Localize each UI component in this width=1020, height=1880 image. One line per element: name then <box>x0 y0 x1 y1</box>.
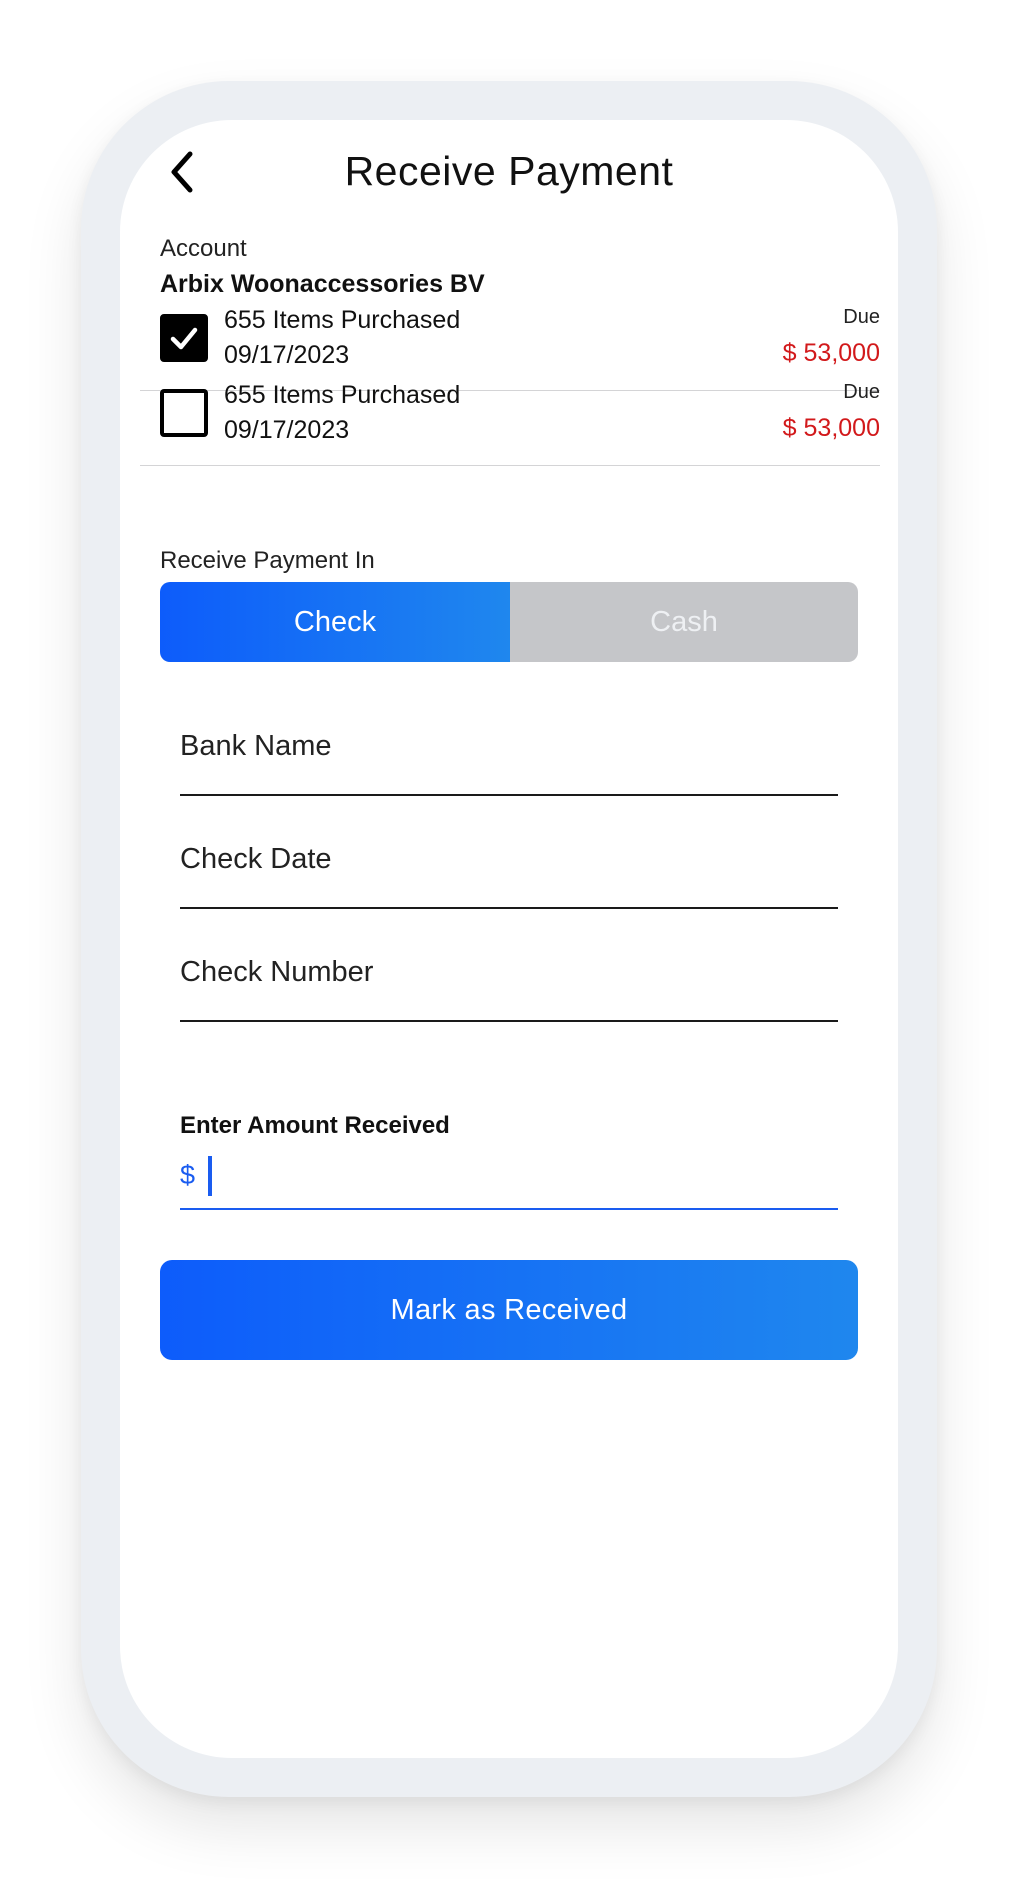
invoice-title: 655 Items Purchased <box>224 381 461 409</box>
invoice-row[interactable]: 655 Items Purchased 09/17/2023 Due $ 53,… <box>140 375 880 466</box>
payment-method-toggle: Check Cash <box>160 582 858 662</box>
invoice-date: 09/17/2023 <box>224 341 350 369</box>
check-option[interactable]: Check <box>160 582 510 662</box>
due-label: Due <box>843 381 880 403</box>
checkmark-icon <box>170 327 198 350</box>
invoice-checkbox-unchecked[interactable] <box>160 389 208 437</box>
invoice-date: 09/17/2023 <box>224 416 350 444</box>
payment-method-label: Receive Payment In <box>160 547 375 574</box>
bank-name-label: Bank Name <box>180 730 332 762</box>
account-label: Account <box>160 235 247 262</box>
bank-name-field[interactable]: Bank Name <box>180 698 838 796</box>
check-date-label: Check Date <box>180 843 332 875</box>
check-number-label: Check Number <box>180 956 374 988</box>
app-screen: Receive Payment Account Arbix Woonaccess… <box>120 120 898 1758</box>
invoice-checkbox-checked[interactable] <box>160 314 208 362</box>
due-amount: $ 53,000 <box>782 414 880 442</box>
text-cursor <box>208 1156 212 1196</box>
currency-symbol: $ <box>180 1160 196 1190</box>
mark-as-received-button[interactable]: Mark as Received <box>160 1260 858 1360</box>
phone-frame: Receive Payment Account Arbix Woonaccess… <box>81 81 937 1797</box>
due-label: Due <box>843 306 880 328</box>
amount-label: Enter Amount Received <box>180 1112 450 1139</box>
check-date-field[interactable]: Check Date <box>180 811 838 909</box>
invoice-title: 655 Items Purchased <box>224 306 461 334</box>
due-amount: $ 53,000 <box>782 339 880 367</box>
account-name: Arbix Woonaccessories BV <box>160 270 485 298</box>
amount-input[interactable]: $ <box>180 1150 838 1210</box>
cash-option[interactable]: Cash <box>510 582 858 662</box>
check-number-field[interactable]: Check Number <box>180 924 838 1022</box>
page-title: Receive Payment <box>344 148 674 194</box>
